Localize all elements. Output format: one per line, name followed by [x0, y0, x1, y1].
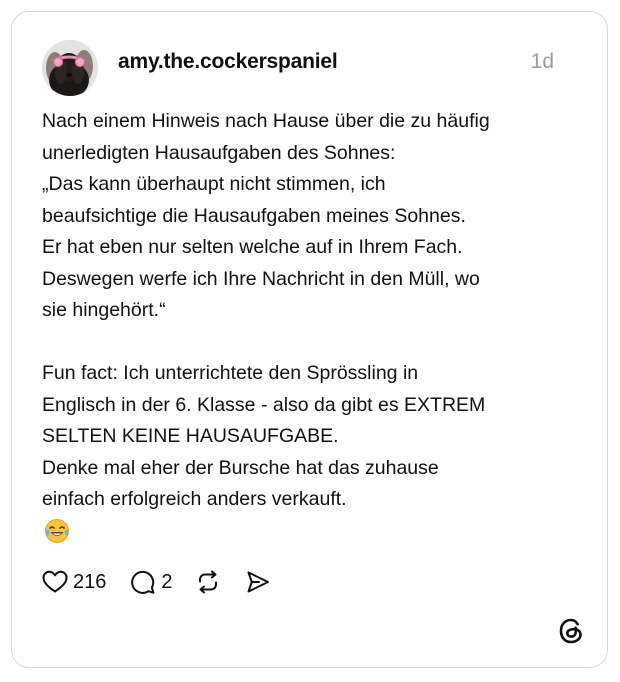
share-button[interactable]	[245, 569, 271, 595]
laughing-tears-emoji-icon	[44, 518, 70, 544]
avatar-image	[42, 40, 98, 96]
post-timestamp: 1d	[530, 50, 554, 73]
like-count: 216	[73, 570, 107, 593]
heart-icon	[42, 570, 68, 593]
username[interactable]: amy.the.cockerspaniel	[118, 50, 338, 74]
reply-button[interactable]: 2	[130, 569, 173, 595]
post-text: Nach einem Hinweis nach Hause über die z…	[42, 110, 490, 510]
avatar[interactable]	[42, 40, 98, 96]
like-button[interactable]: 216	[42, 570, 106, 594]
post-actions-bar: 216 2	[42, 567, 271, 597]
repost-icon	[198, 570, 217, 594]
send-icon	[247, 571, 269, 593]
threads-logo-icon[interactable]	[558, 618, 584, 644]
post-card: amy.the.cockerspaniel 1d Nach einem Hinw…	[11, 11, 608, 668]
comment-icon	[131, 570, 155, 594]
reply-count: 2	[161, 570, 173, 593]
repost-button[interactable]	[195, 569, 221, 595]
